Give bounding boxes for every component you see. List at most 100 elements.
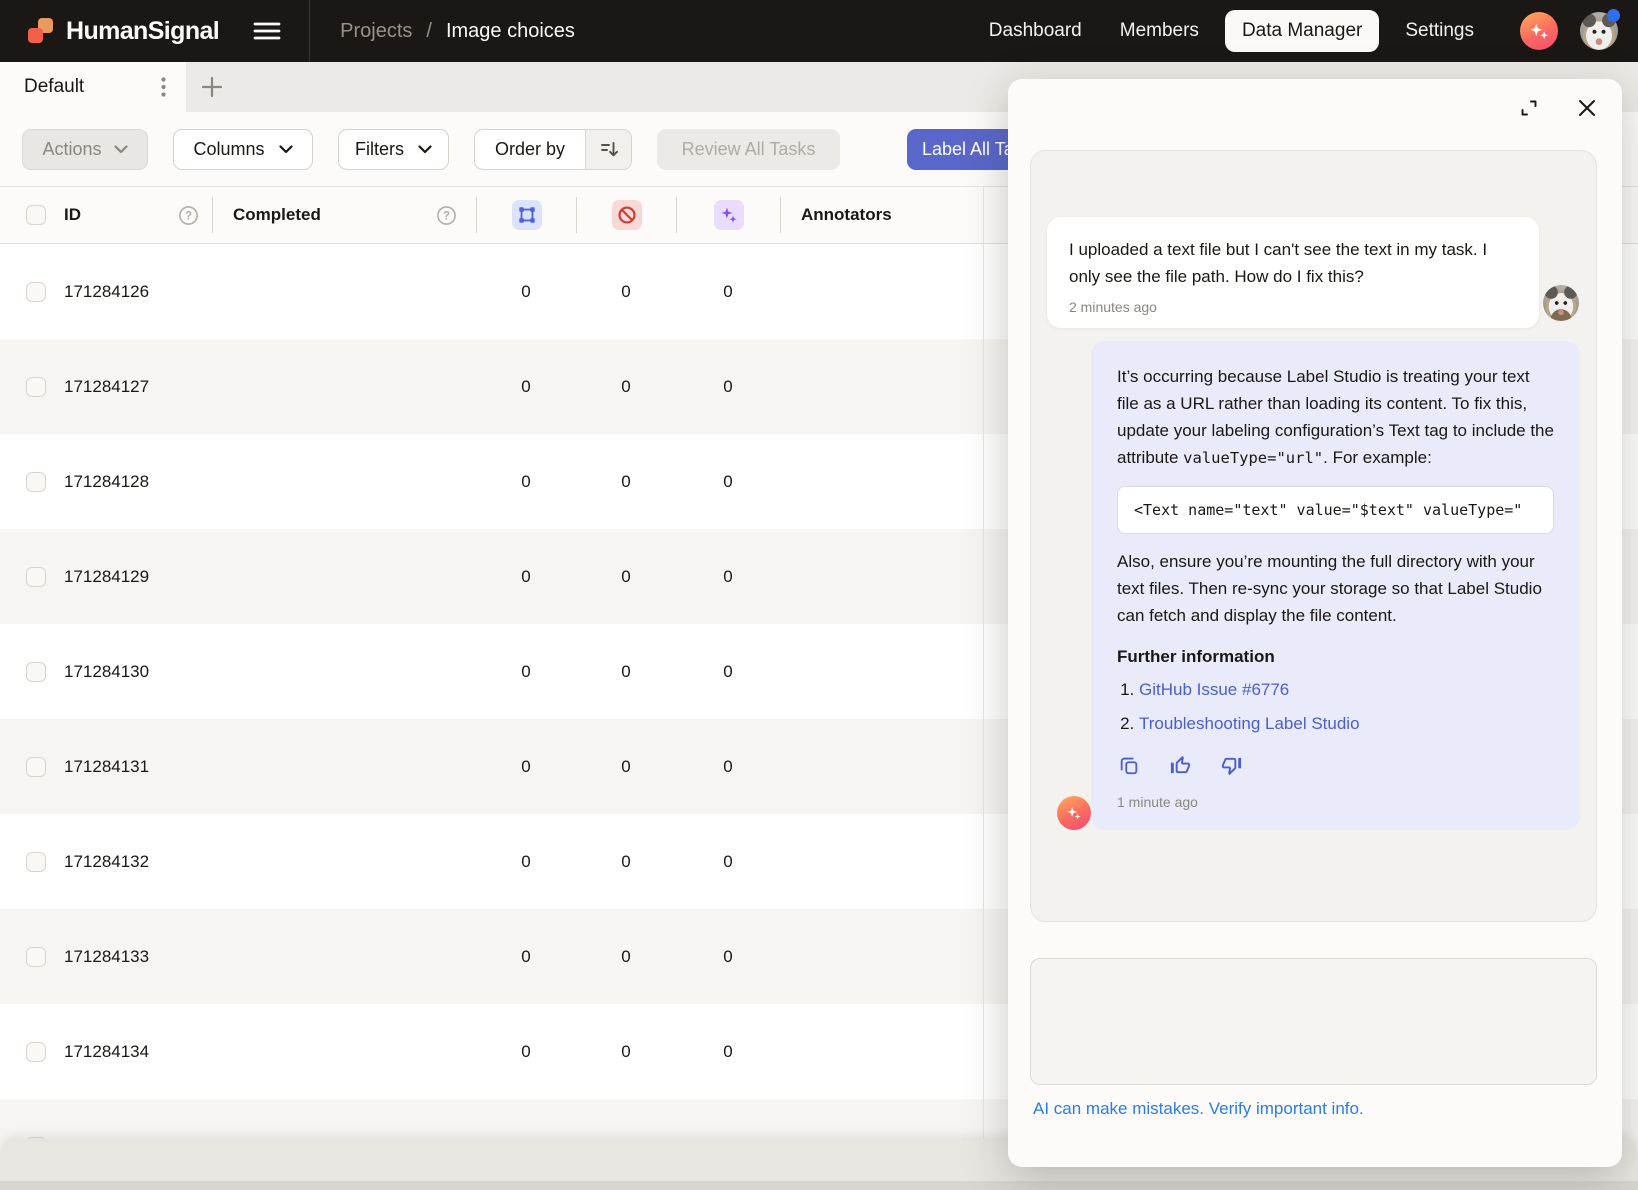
assistant-message-timestamp: 1 minute ago: [1117, 794, 1554, 810]
topbar-divider: [309, 0, 310, 62]
row-checkbox[interactable]: [26, 377, 46, 397]
assistant-paragraph-1: It’s occurring because Label Studio is t…: [1117, 363, 1554, 472]
predictions-icon[interactable]: [714, 200, 744, 230]
top-navigation: Dashboard Members Data Manager Settings: [977, 10, 1486, 52]
task-id: 171284132: [64, 852, 149, 872]
task-id: 171284131: [64, 757, 149, 777]
thumbs-up-icon[interactable]: [1168, 753, 1192, 777]
add-tab-icon[interactable]: [190, 62, 234, 112]
chat-input[interactable]: [1030, 958, 1597, 1085]
columns-button[interactable]: Columns: [173, 129, 313, 170]
completed-help-icon[interactable]: ?: [436, 205, 457, 226]
id-help-icon[interactable]: ?: [178, 205, 199, 226]
assistant-paragraph-2: Also, ensure you’re mounting the full di…: [1117, 548, 1554, 629]
review-all-label: Review All Tasks: [682, 139, 816, 160]
breadcrumb-projects[interactable]: Projects: [340, 20, 412, 43]
svg-text:?: ?: [185, 210, 192, 222]
presence-dot: [1607, 9, 1620, 22]
top-bar: HumanSignal Projects / Image choices Das…: [0, 0, 1638, 62]
table-right-divider: [983, 186, 984, 1139]
predictions-count: 0: [676, 1042, 780, 1062]
ai-disclaimer-text: AI can make mistakes. Verify important i…: [1033, 1099, 1364, 1119]
chevron-down-icon: [114, 145, 128, 154]
task-id: 171284134: [64, 1042, 149, 1062]
tab-default[interactable]: Default: [0, 62, 186, 112]
cancelled-count: 0: [576, 757, 676, 777]
cancelled-count: 0: [576, 947, 676, 967]
nav-data-manager[interactable]: Data Manager: [1225, 10, 1379, 52]
cancelled-count: 0: [576, 852, 676, 872]
actions-label: Actions: [42, 139, 101, 160]
further-information-heading: Further information: [1117, 647, 1554, 667]
inline-code: valueType="url": [1183, 449, 1323, 467]
reference-link-item: GitHub Issue #6776: [1139, 676, 1554, 703]
sort-direction-toggle[interactable]: [585, 129, 631, 170]
copy-icon[interactable]: [1117, 753, 1141, 777]
sparkle-icon: [1065, 804, 1083, 822]
row-checkbox[interactable]: [26, 567, 46, 587]
reference-links: GitHub Issue #6776 Troubleshooting Label…: [1117, 676, 1554, 737]
actions-button[interactable]: Actions: [22, 129, 148, 170]
filters-button[interactable]: Filters: [338, 129, 449, 170]
predictions-count: 0: [676, 282, 780, 302]
user-menu[interactable]: [1580, 12, 1618, 50]
user-message-timestamp: 2 minutes ago: [1069, 299, 1517, 315]
annotations-count: 0: [476, 282, 576, 302]
cancelled-count: 0: [576, 472, 676, 492]
columns-label: Columns: [193, 139, 264, 160]
breadcrumb-current-project: Image choices: [446, 20, 575, 43]
close-icon[interactable]: [1574, 95, 1600, 121]
predictions-count: 0: [676, 947, 780, 967]
cancelled-count: 0: [576, 377, 676, 397]
predictions-count: 0: [676, 852, 780, 872]
row-checkbox[interactable]: [26, 947, 46, 967]
thumbs-down-icon[interactable]: [1219, 753, 1243, 777]
breadcrumb: Projects / Image choices: [340, 20, 575, 43]
row-checkbox[interactable]: [26, 282, 46, 302]
cancelled-count: 0: [576, 567, 676, 587]
column-header-completed[interactable]: Completed: [233, 205, 321, 225]
svg-text:?: ?: [443, 210, 450, 222]
annotations-count: 0: [476, 757, 576, 777]
review-all-tasks-button[interactable]: Review All Tasks: [657, 129, 840, 170]
nav-settings[interactable]: Settings: [1393, 10, 1486, 52]
order-by-button[interactable]: Order by: [474, 129, 632, 170]
predictions-count: 0: [676, 377, 780, 397]
kebab-icon[interactable]: [150, 74, 176, 100]
nav-dashboard[interactable]: Dashboard: [977, 10, 1094, 52]
annotations-count: 0: [476, 947, 576, 967]
cancelled-count: 0: [576, 662, 676, 682]
breadcrumb-separator: /: [426, 20, 432, 43]
row-checkbox[interactable]: [26, 472, 46, 492]
reference-link-item: Troubleshooting Label Studio: [1139, 710, 1554, 737]
column-header-annotators[interactable]: Annotators: [801, 205, 892, 225]
chevron-down-icon: [418, 145, 432, 154]
order-by-label: Order by: [475, 139, 585, 160]
predictions-count: 0: [676, 567, 780, 587]
row-checkbox[interactable]: [26, 1042, 46, 1062]
row-checkbox[interactable]: [26, 757, 46, 777]
ai-sparkle-button[interactable]: [1520, 12, 1558, 50]
nav-members[interactable]: Members: [1108, 10, 1211, 52]
hamburger-menu-icon[interactable]: [247, 11, 287, 51]
troubleshooting-link[interactable]: Troubleshooting Label Studio: [1139, 714, 1360, 733]
humansignal-logo-icon: [26, 16, 56, 46]
expand-icon[interactable]: [1516, 95, 1542, 121]
row-checkbox[interactable]: [26, 852, 46, 872]
select-all-checkbox[interactable]: [26, 205, 46, 225]
tab-label: Default: [24, 76, 84, 98]
row-checkbox[interactable]: [26, 662, 46, 682]
assistant-message-row: It’s occurring because Label Studio is t…: [1057, 341, 1580, 830]
column-header-id[interactable]: ID: [64, 205, 81, 225]
cancelled-count: 0: [576, 282, 676, 302]
chat-message-list: I uploaded a text file but I can't see t…: [1030, 150, 1597, 922]
brand-name: HumanSignal: [66, 17, 219, 46]
brand-logo[interactable]: HumanSignal: [26, 16, 219, 46]
predictions-count: 0: [676, 472, 780, 492]
ai-assistant-panel: I uploaded a text file but I can't see t…: [1008, 79, 1622, 1167]
code-block[interactable]: <Text name="text" value="$text" valueTyp…: [1117, 486, 1554, 534]
github-issue-link[interactable]: GitHub Issue #6776: [1139, 680, 1289, 699]
cancelled-annotations-icon[interactable]: [612, 200, 642, 230]
annotations-icon[interactable]: [512, 200, 542, 230]
annotations-count: 0: [476, 1042, 576, 1062]
